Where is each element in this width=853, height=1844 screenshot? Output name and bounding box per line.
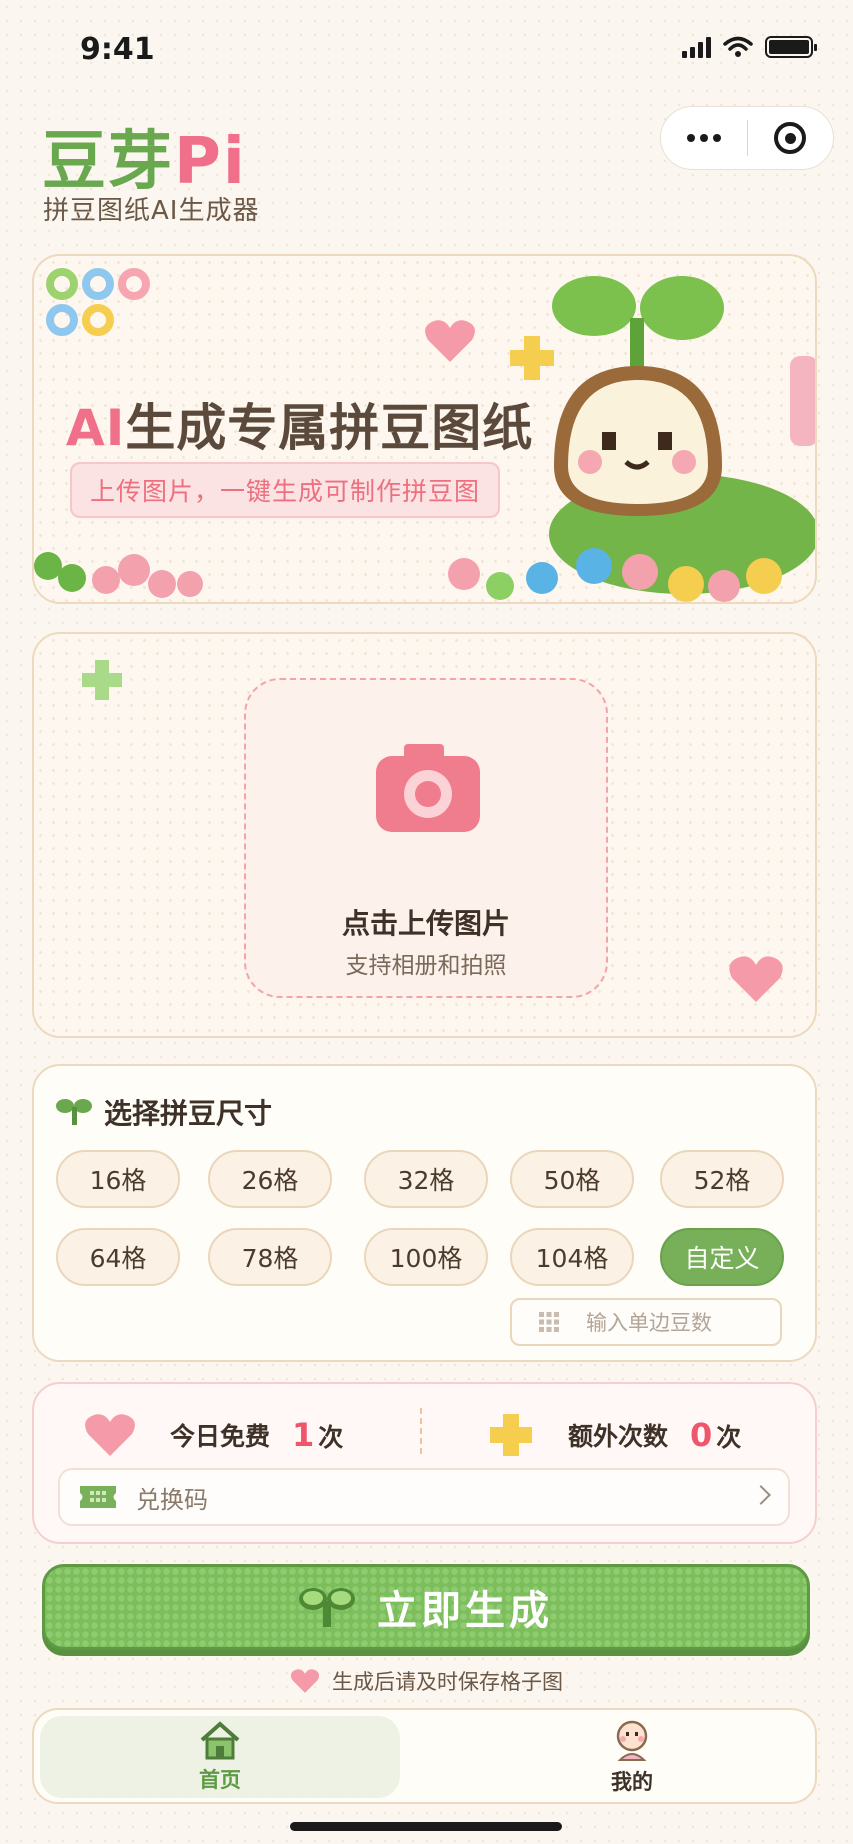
- target-icon: [774, 122, 807, 154]
- extra-quota-unit: 次: [716, 1423, 742, 1452]
- extra-quota-count: 0: [690, 1416, 713, 1454]
- tab-profile[interactable]: 我的: [452, 1716, 812, 1798]
- sprout-button-icon: [299, 1588, 355, 1627]
- profile-icon: [616, 1720, 648, 1761]
- free-quota: 今日免费 1次: [84, 1412, 343, 1458]
- upload-image-button[interactable]: 点击上传图片 支持相册和拍照: [244, 678, 608, 998]
- size-option-64[interactable]: 64格: [56, 1228, 180, 1286]
- sprout-icon: [56, 1099, 92, 1125]
- upload-title: 点击上传图片: [341, 907, 510, 940]
- size-option-100[interactable]: 100格: [364, 1228, 488, 1286]
- grid-icon: [539, 1312, 559, 1332]
- tab-home[interactable]: 首页: [40, 1716, 400, 1798]
- bead-rings-decoration-icon: [46, 268, 150, 336]
- status-icons: [682, 36, 817, 58]
- extra-quota: 额外次数 0次: [488, 1412, 741, 1458]
- free-quota-unit: 次: [318, 1423, 344, 1452]
- more-menu-button[interactable]: [661, 107, 747, 169]
- size-option-custom[interactable]: 自定义: [660, 1228, 784, 1286]
- pink-heart-quota-icon: [85, 1414, 135, 1456]
- status-time: 9:41: [80, 32, 155, 67]
- app-logo: 豆芽Pi: [42, 110, 247, 202]
- size-option-26[interactable]: 26格: [208, 1150, 332, 1208]
- miniprogram-capsule: [660, 106, 834, 170]
- banner-title-text: 生成专属拼豆图纸: [125, 399, 534, 457]
- custom-size-placeholder: 输入单边豆数: [586, 1311, 712, 1335]
- redeem-code-label: 兑换码: [136, 1485, 208, 1514]
- tab-profile-label: 我的: [611, 1770, 653, 1794]
- logo-text-pi: Pi: [174, 125, 247, 199]
- banner-title: AI生成专属拼豆图纸: [66, 388, 533, 460]
- ticket-icon: [80, 1486, 116, 1508]
- quota-divider: [420, 1408, 422, 1454]
- app-subtitle: 拼豆图纸AI生成器: [43, 196, 260, 226]
- pink-heart-icon: [425, 320, 475, 362]
- upload-subtitle: 支持相册和拍照: [345, 953, 507, 979]
- banner-title-ai: AI: [66, 399, 126, 457]
- chevron-right-icon: [751, 1485, 771, 1505]
- generate-button-label: 立即生成: [377, 1588, 553, 1634]
- hero-banner: AI生成专属拼豆图纸 上传图片，一键生成可制作拼豆图: [32, 254, 817, 604]
- free-quota-label: 今日免费: [170, 1422, 271, 1451]
- extra-quota-label: 额外次数: [568, 1422, 669, 1451]
- tip-heart-icon: [290, 1669, 320, 1693]
- size-option-52[interactable]: 52格: [660, 1150, 784, 1208]
- banner-tagline: 上传图片，一键生成可制作拼豆图: [70, 462, 501, 518]
- wifi-icon: [723, 36, 753, 57]
- pink-heart-small-icon: [729, 956, 783, 1002]
- camera-icon: [376, 744, 480, 832]
- bead-row-decoration-icon: [34, 548, 782, 602]
- close-miniprogram-button[interactable]: [748, 107, 834, 169]
- green-plus-icon: [82, 660, 122, 700]
- redeem-code-row[interactable]: 兑换码: [58, 1468, 790, 1526]
- size-selector-header: 选择拼豆尺寸: [56, 1092, 272, 1132]
- size-option-78[interactable]: 78格: [208, 1228, 332, 1286]
- battery-icon: [765, 36, 817, 58]
- custom-size-input[interactable]: 输入单边豆数: [510, 1298, 782, 1346]
- save-tip: 生成后请及时保存格子图: [0, 1666, 853, 1696]
- free-quota-count: 1: [292, 1416, 315, 1454]
- generate-button[interactable]: 立即生成: [42, 1564, 810, 1650]
- home-icon: [200, 1721, 240, 1760]
- home-indicator: [290, 1822, 562, 1831]
- size-option-50[interactable]: 50格: [510, 1150, 634, 1208]
- size-selector-card: 选择拼豆尺寸 16格 26格 32格 50格 52格 64格 78格 100格 …: [32, 1064, 817, 1362]
- size-option-32[interactable]: 32格: [364, 1150, 488, 1208]
- size-selector-title: 选择拼豆尺寸: [104, 1097, 273, 1130]
- size-option-104[interactable]: 104格: [510, 1228, 634, 1286]
- quota-card: 今日免费 1次 额外次数 0次 兑换码: [32, 1382, 817, 1544]
- tab-bar: 首页 我的: [32, 1708, 817, 1804]
- save-tip-text: 生成后请及时保存格子图: [332, 1670, 563, 1694]
- upload-card: 点击上传图片 支持相册和拍照: [32, 632, 817, 1038]
- size-option-16[interactable]: 16格: [56, 1150, 180, 1208]
- logo-text-main: 豆芽: [42, 125, 174, 199]
- more-dots-icon: [686, 134, 721, 142]
- tab-home-label: 首页: [199, 1768, 241, 1792]
- yellow-plus-quota-icon: [490, 1414, 532, 1456]
- cellular-signal-icon: [682, 36, 711, 58]
